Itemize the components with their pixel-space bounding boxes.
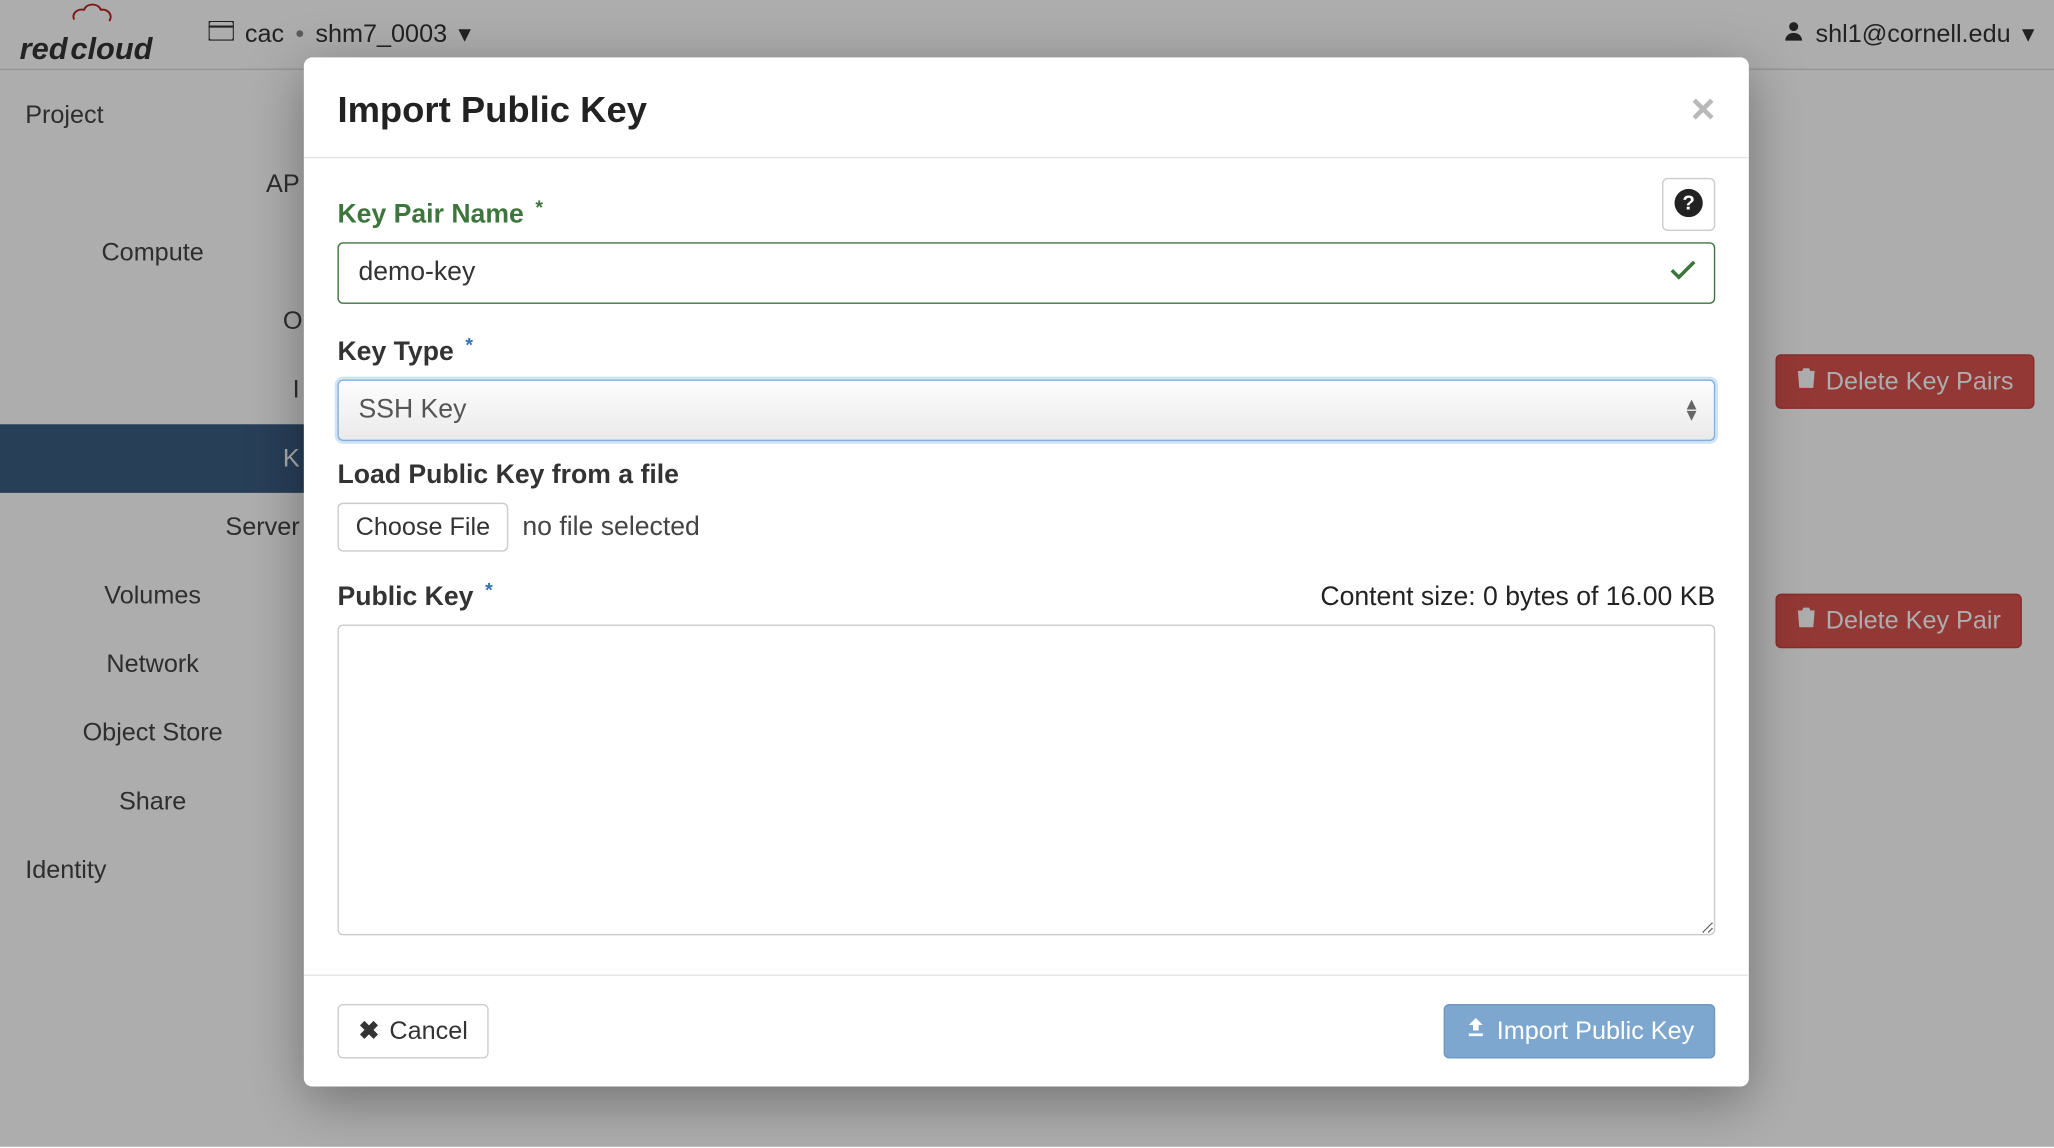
close-icon: ✖ [358,1017,379,1046]
modal-footer: ✖ Cancel Import Public Key [304,975,1749,1087]
modal-header: Import Public Key × [304,57,1749,158]
checkmark-icon [1670,258,1695,289]
content-size-text: Content size: 0 bytes of 16.00 KB [1320,582,1715,613]
svg-text:?: ? [1682,191,1695,214]
cancel-button[interactable]: ✖ Cancel [337,1004,488,1059]
required-asterisk: * [535,196,543,218]
required-asterisk: * [485,578,493,600]
key-type-selected-value: SSH Key [358,395,466,426]
help-button[interactable]: ? [1662,178,1715,231]
public-key-label: Public Key * [337,582,488,613]
select-stepper-icon: ▲▼ [1683,399,1700,421]
modal-body: ? Key Pair Name * Key Type * SSH Key [304,158,1749,974]
upload-icon [1465,1017,1487,1046]
required-asterisk: * [465,333,473,355]
key-pair-name-label: Key Pair Name * [337,200,1715,231]
load-from-file-label: Load Public Key from a file [337,461,1715,492]
file-status-text: no file selected [522,512,699,543]
choose-file-button[interactable]: Choose File [337,503,508,552]
modal-title: Import Public Key [337,88,647,131]
key-pair-name-input[interactable] [337,242,1715,304]
import-public-key-button[interactable]: Import Public Key [1444,1004,1716,1059]
key-type-label: Key Type * [337,337,1715,368]
key-type-select[interactable]: SSH Key ▲▼ [337,379,1715,441]
import-public-key-modal: Import Public Key × ? Key Pair Name * [304,57,1749,1086]
close-icon[interactable]: × [1691,97,1716,122]
public-key-textarea[interactable] [337,624,1715,935]
question-circle-icon: ? [1673,187,1704,222]
